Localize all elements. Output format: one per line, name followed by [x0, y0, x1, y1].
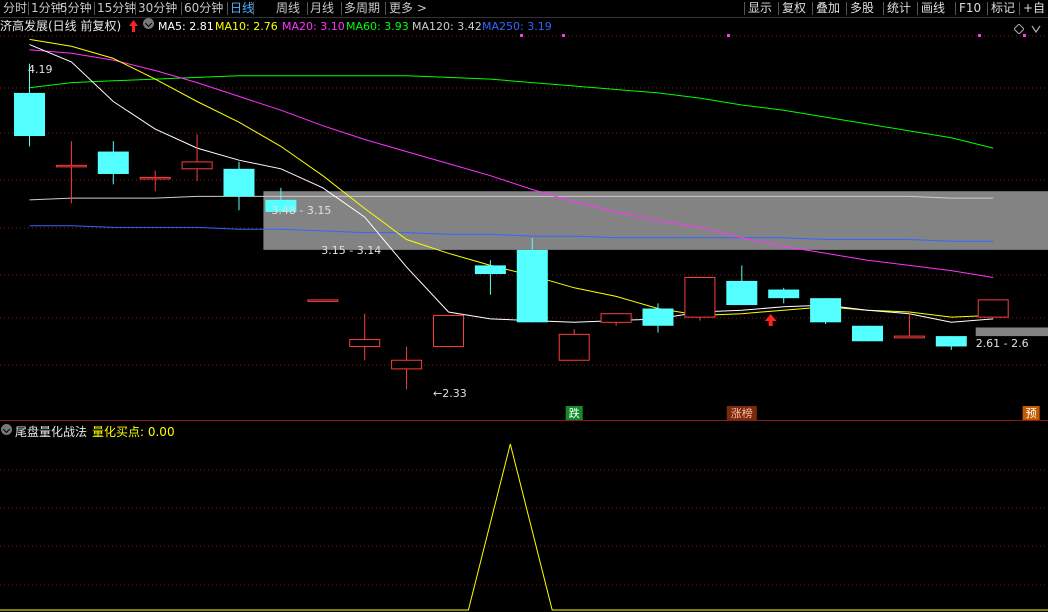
candle-body — [768, 289, 800, 299]
indicator-series-label: 量化买点: 0.00 — [92, 425, 175, 439]
toolbar-separator — [1019, 2, 1020, 15]
candle-body — [223, 168, 255, 197]
toolbar-separator — [385, 2, 386, 15]
signal-marker-label: 涨榜 — [731, 406, 753, 420]
toolbar-button-4[interactable]: 统计 — [887, 0, 911, 17]
main-chart-legend: 济高发展(日线 前复权) MA5: 2.81 MA10: 2.76 MA20: 3.… — [0, 18, 1048, 35]
candle-body — [474, 265, 506, 275]
candle-body — [810, 298, 842, 323]
toolbar-separator — [307, 2, 308, 15]
price-annotation: 2.61 - 2.6 — [976, 337, 1029, 350]
toolbar-separator — [28, 2, 29, 15]
toolbar-separator — [778, 2, 779, 15]
period-tab-2[interactable]: 5分钟 — [60, 0, 92, 17]
toolbar-separator — [846, 2, 847, 15]
price-zone — [975, 327, 1048, 337]
toolbar-separator — [253, 2, 254, 15]
period-tab-0[interactable]: 分时 — [3, 0, 27, 17]
stock-title[interactable]: 济高发展(日线 前复权) — [0, 18, 121, 35]
toolbar-separator — [883, 2, 884, 15]
signal-marker-label: 预 — [1026, 407, 1037, 420]
period-tab-4[interactable]: 30分钟 — [138, 0, 177, 17]
ma-label-3[interactable]: MA60: 3.93 — [346, 18, 409, 35]
toolbar: 分时 1分钟 5分钟 15分钟 30分钟 60分钟 日线 周线 月线 多周期 更多 > 显示 复权 叠加多… — [0, 0, 1048, 17]
ma-label-2[interactable]: MA20: 3.10 — [282, 18, 345, 35]
candle-body — [433, 314, 464, 347]
toolbar-separator — [135, 2, 136, 15]
candle-body — [97, 151, 129, 174]
candle-body — [642, 308, 674, 326]
candle-body — [55, 164, 87, 168]
period-tab-9[interactable]: 多周期 — [344, 0, 380, 17]
toolbar-button-1[interactable]: 复权 — [782, 0, 806, 17]
ma-label-5[interactable]: MA250: 3.19 — [482, 18, 552, 35]
chevron-down-icon[interactable] — [1031, 22, 1041, 39]
candle-body — [516, 249, 548, 323]
toolbar-separator — [917, 2, 918, 15]
candle-body — [977, 299, 1009, 318]
price-annotation: ←2.33 — [433, 387, 467, 400]
up-arrow-icon — [764, 314, 777, 326]
toolbar-button-3[interactable]: 多股 — [850, 0, 874, 17]
ma5-line — [29, 44, 994, 323]
toolbar-separator — [987, 2, 988, 15]
collapse-circle-icon[interactable] — [143, 18, 154, 29]
candle-body — [349, 339, 381, 347]
toolbar-button-2[interactable]: 叠加 — [816, 0, 840, 17]
toolbar-separator — [812, 2, 813, 15]
candle-body — [391, 359, 423, 370]
period-tab-10[interactable]: 更多 > — [389, 0, 427, 17]
candle-body — [684, 276, 716, 318]
price-annotation: 3.15 - 3.14 — [321, 244, 381, 257]
kline-chart[interactable]: 4.19 3.48 - 3.15 3.15 - 3.14 ←2.33 2.61 - 2.… — [0, 0, 1048, 612]
candle-body — [935, 336, 967, 347]
toolbar-button-5[interactable]: 画线 — [921, 0, 945, 17]
candle-body — [181, 161, 213, 170]
candle-body — [558, 333, 590, 361]
signal-marker-label: 跌 — [569, 406, 580, 420]
toolbar-button-8[interactable]: +自 — [1023, 0, 1045, 17]
period-tab-5[interactable]: 60分钟 — [184, 0, 223, 17]
toolbar-separator — [227, 2, 228, 15]
toolbar-button-7[interactable]: 标记 — [991, 0, 1015, 17]
candle-body — [14, 92, 45, 137]
toolbar-separator — [744, 2, 745, 15]
up-arrow-icon — [128, 18, 139, 39]
indicator-collapse-icon[interactable] — [1, 424, 12, 435]
price-annotation: 4.19 — [28, 63, 53, 76]
toolbar-separator — [955, 2, 956, 15]
toolbar-button-0[interactable]: 显示 — [748, 0, 772, 17]
candle-body — [726, 280, 758, 306]
period-tab-8[interactable]: 月线 — [310, 0, 334, 17]
price-annotation: 3.48 - 3.15 — [271, 204, 331, 217]
toolbar-separator — [181, 2, 182, 15]
candle-body — [139, 176, 171, 180]
period-tab-1[interactable]: 1分钟 — [31, 0, 63, 17]
ma-label-1[interactable]: MA10: 2.76 — [215, 18, 278, 35]
period-tab-7[interactable]: 周线 — [276, 0, 300, 17]
ma-label-4[interactable]: MA120: 3.42 — [412, 18, 482, 35]
period-tab-3[interactable]: 15分钟 — [97, 0, 136, 17]
candle-body — [307, 299, 339, 302]
diamond-icon[interactable] — [1013, 22, 1025, 39]
period-tab-6[interactable]: 日线 — [230, 0, 254, 17]
ma-label-0[interactable]: MA5: 2.81 — [158, 18, 214, 35]
toolbar-button-6[interactable]: F10 — [959, 0, 981, 17]
candle-body — [893, 335, 925, 339]
candle-body — [852, 325, 883, 342]
toolbar-separator — [341, 2, 342, 15]
toolbar-separator — [94, 2, 95, 15]
indicator-name[interactable]: 尾盘量化战法 — [15, 424, 87, 441]
candle-body — [600, 313, 632, 323]
